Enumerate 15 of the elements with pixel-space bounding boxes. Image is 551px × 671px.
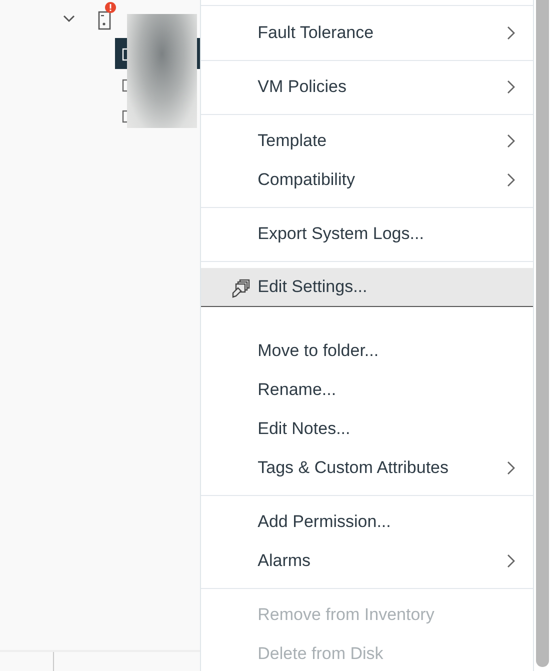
scrollbar-thumb[interactable] [536, 0, 550, 667]
menu-item[interactable]: Edit Notes... [200, 409, 534, 448]
menu-item[interactable]: Edit Settings... [200, 268, 534, 307]
menu-item[interactable]: Export System Logs... [200, 214, 534, 253]
settings-icon [230, 276, 252, 298]
menu-item[interactable]: Template [200, 121, 534, 160]
menu-item[interactable]: Alarms [200, 541, 534, 580]
menu-item[interactable]: VM Policies [200, 67, 534, 106]
menu-item[interactable]: Add Permission... [200, 502, 534, 541]
menu-item[interactable]: Compatibility [200, 160, 534, 199]
menu-item[interactable]: Tags & Custom Attributes [200, 448, 534, 487]
collapse-chevron-icon[interactable] [62, 14, 76, 24]
menu-item[interactable]: Move to folder... [200, 331, 534, 370]
menu-item[interactable]: Rename... [200, 370, 534, 409]
menu-item[interactable]: Fault Tolerance [200, 13, 534, 52]
